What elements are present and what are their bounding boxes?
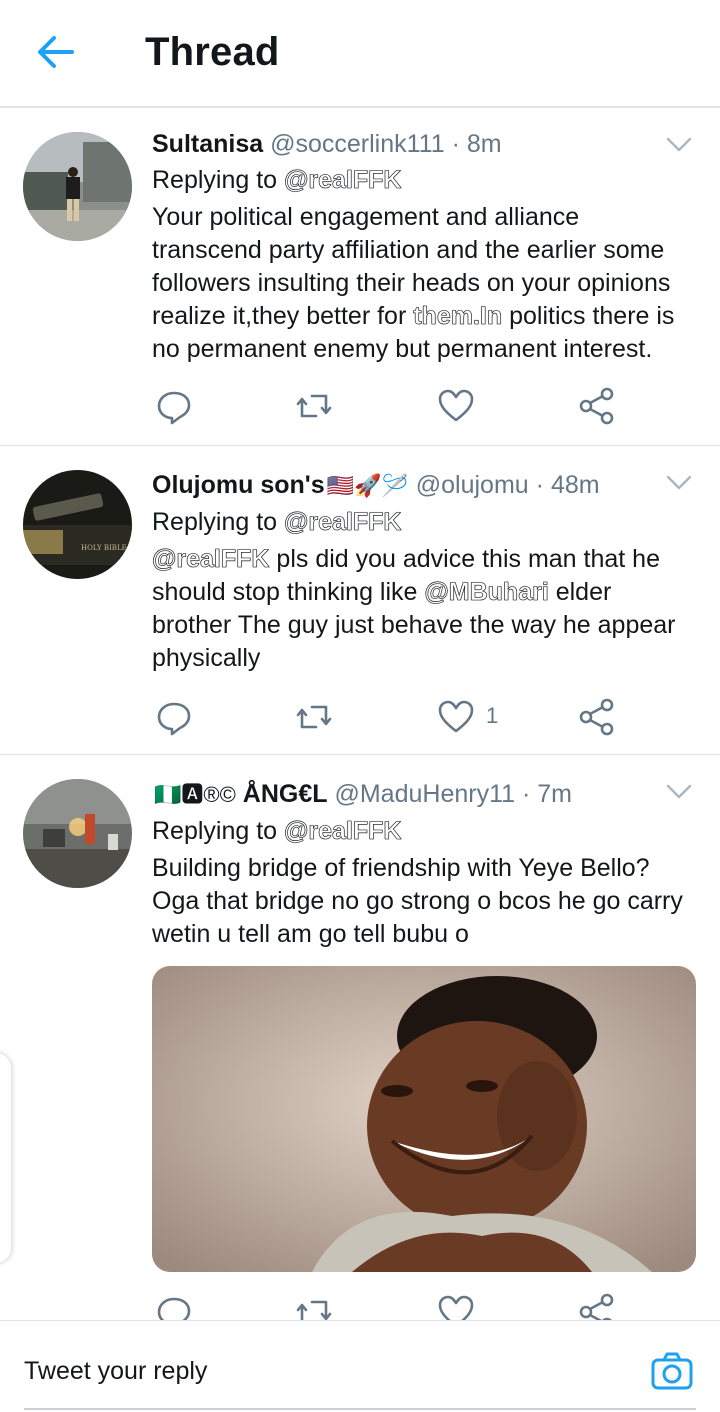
mention-link[interactable]: @MBuhari xyxy=(424,578,549,607)
timestamp: 48m xyxy=(550,471,600,499)
display-name[interactable]: ÅNG€L xyxy=(243,780,328,808)
svg-text:HOLY BIBLE: HOLY BIBLE xyxy=(81,544,127,552)
share-icon[interactable] xyxy=(577,1292,617,1320)
name-emoji: 🇺🇸🚀🪡 xyxy=(326,473,409,498)
timestamp: 8m xyxy=(466,130,502,158)
heart-icon[interactable] xyxy=(436,386,476,426)
replying-to: Replying to @realFFK xyxy=(152,814,692,848)
tweet-text: Building bridge of friendship with Yeye … xyxy=(152,854,683,948)
mention-link[interactable]: @realFFK xyxy=(284,166,402,195)
tweet-body: Sultanisa @soccerlink111 · 8m Replying t… xyxy=(152,127,692,366)
display-name[interactable]: Sultanisa xyxy=(152,130,263,158)
separator-dot: · xyxy=(451,130,460,158)
replying-to: Replying to @realFFK xyxy=(152,163,692,197)
replying-to-label: Replying to xyxy=(152,166,278,194)
tweet-text: Your political engagement and alliance t… xyxy=(152,201,692,366)
replying-to-label: Replying to xyxy=(152,817,278,845)
share-icon[interactable] xyxy=(577,697,617,737)
tweet-header: 🇳🇬🅰®© ÅNG€L @MaduHenry11 · 7m xyxy=(152,777,692,812)
avatar[interactable] xyxy=(23,132,132,241)
reply-icon[interactable] xyxy=(154,697,194,737)
heart-icon[interactable] xyxy=(436,697,476,737)
heart-icon[interactable] xyxy=(436,1292,476,1320)
tweet-actions: 1 xyxy=(152,697,622,737)
camera-icon[interactable] xyxy=(650,1351,694,1391)
replying-to-label: Replying to xyxy=(152,508,278,536)
tweet-body: 🇳🇬🅰®© ÅNG€L @MaduHenry11 · 7m Replying t… xyxy=(152,777,692,951)
user-handle[interactable]: @soccerlink111 xyxy=(270,130,445,158)
back-arrow-icon[interactable] xyxy=(34,32,78,72)
timestamp: 7m xyxy=(537,780,572,808)
replying-to: Replying to @realFFK xyxy=(152,505,692,539)
name-emoji: 🇳🇬🅰®© xyxy=(154,782,236,807)
tweet[interactable]: HOLY BIBLE Olujomu son's🇺🇸🚀🪡 @olujomu · … xyxy=(0,447,720,755)
tweet-actions xyxy=(152,386,622,426)
retweet-icon[interactable] xyxy=(294,697,334,737)
retweet-icon[interactable] xyxy=(294,386,334,426)
avatar[interactable]: HOLY BIBLE xyxy=(23,470,132,579)
avatar[interactable] xyxy=(23,779,132,888)
top-app-bar: Thread xyxy=(0,0,720,108)
tweet-header: Olujomu son's🇺🇸🚀🪡 @olujomu · 48m xyxy=(152,468,692,503)
reply-icon[interactable] xyxy=(154,1292,194,1320)
display-name[interactable]: Olujomu son's xyxy=(152,471,325,499)
edge-panel-handle[interactable] xyxy=(0,1052,12,1264)
mention-link[interactable]: @realFFK xyxy=(284,508,402,537)
tweet-header: Sultanisa @soccerlink111 · 8m xyxy=(152,127,692,161)
inline-link[interactable]: them.In xyxy=(413,302,503,331)
retweet-icon[interactable] xyxy=(294,1292,334,1320)
like-count: 1 xyxy=(486,703,499,728)
tweet-actions xyxy=(152,1292,622,1320)
user-handle[interactable]: @olujomu xyxy=(416,471,529,499)
tweet[interactable]: Sultanisa @soccerlink111 · 8m Replying t… xyxy=(0,110,720,446)
reply-input[interactable]: Tweet your reply xyxy=(24,1357,207,1386)
separator-dot: · xyxy=(535,471,544,499)
tweet-text: @realFFK pls did you advice this man tha… xyxy=(152,543,692,675)
reply-composer: Tweet your reply xyxy=(0,1320,720,1412)
mention-link[interactable]: @realFFK xyxy=(284,817,402,846)
user-handle[interactable]: @MaduHenry11 xyxy=(334,780,515,808)
input-underline xyxy=(24,1408,696,1410)
tweet-body: Olujomu son's🇺🇸🚀🪡 @olujomu · 48m Replyin… xyxy=(152,468,692,675)
tweet[interactable]: 🇳🇬🅰®© ÅNG€L @MaduHenry11 · 7m Replying t… xyxy=(0,756,720,1320)
share-icon[interactable] xyxy=(577,386,617,426)
reply-icon[interactable] xyxy=(154,386,194,426)
page-title: Thread xyxy=(145,30,280,74)
tweet-image[interactable] xyxy=(152,966,696,1272)
separator-dot: · xyxy=(521,780,531,808)
mention-link[interactable]: @realFFK xyxy=(152,545,270,574)
